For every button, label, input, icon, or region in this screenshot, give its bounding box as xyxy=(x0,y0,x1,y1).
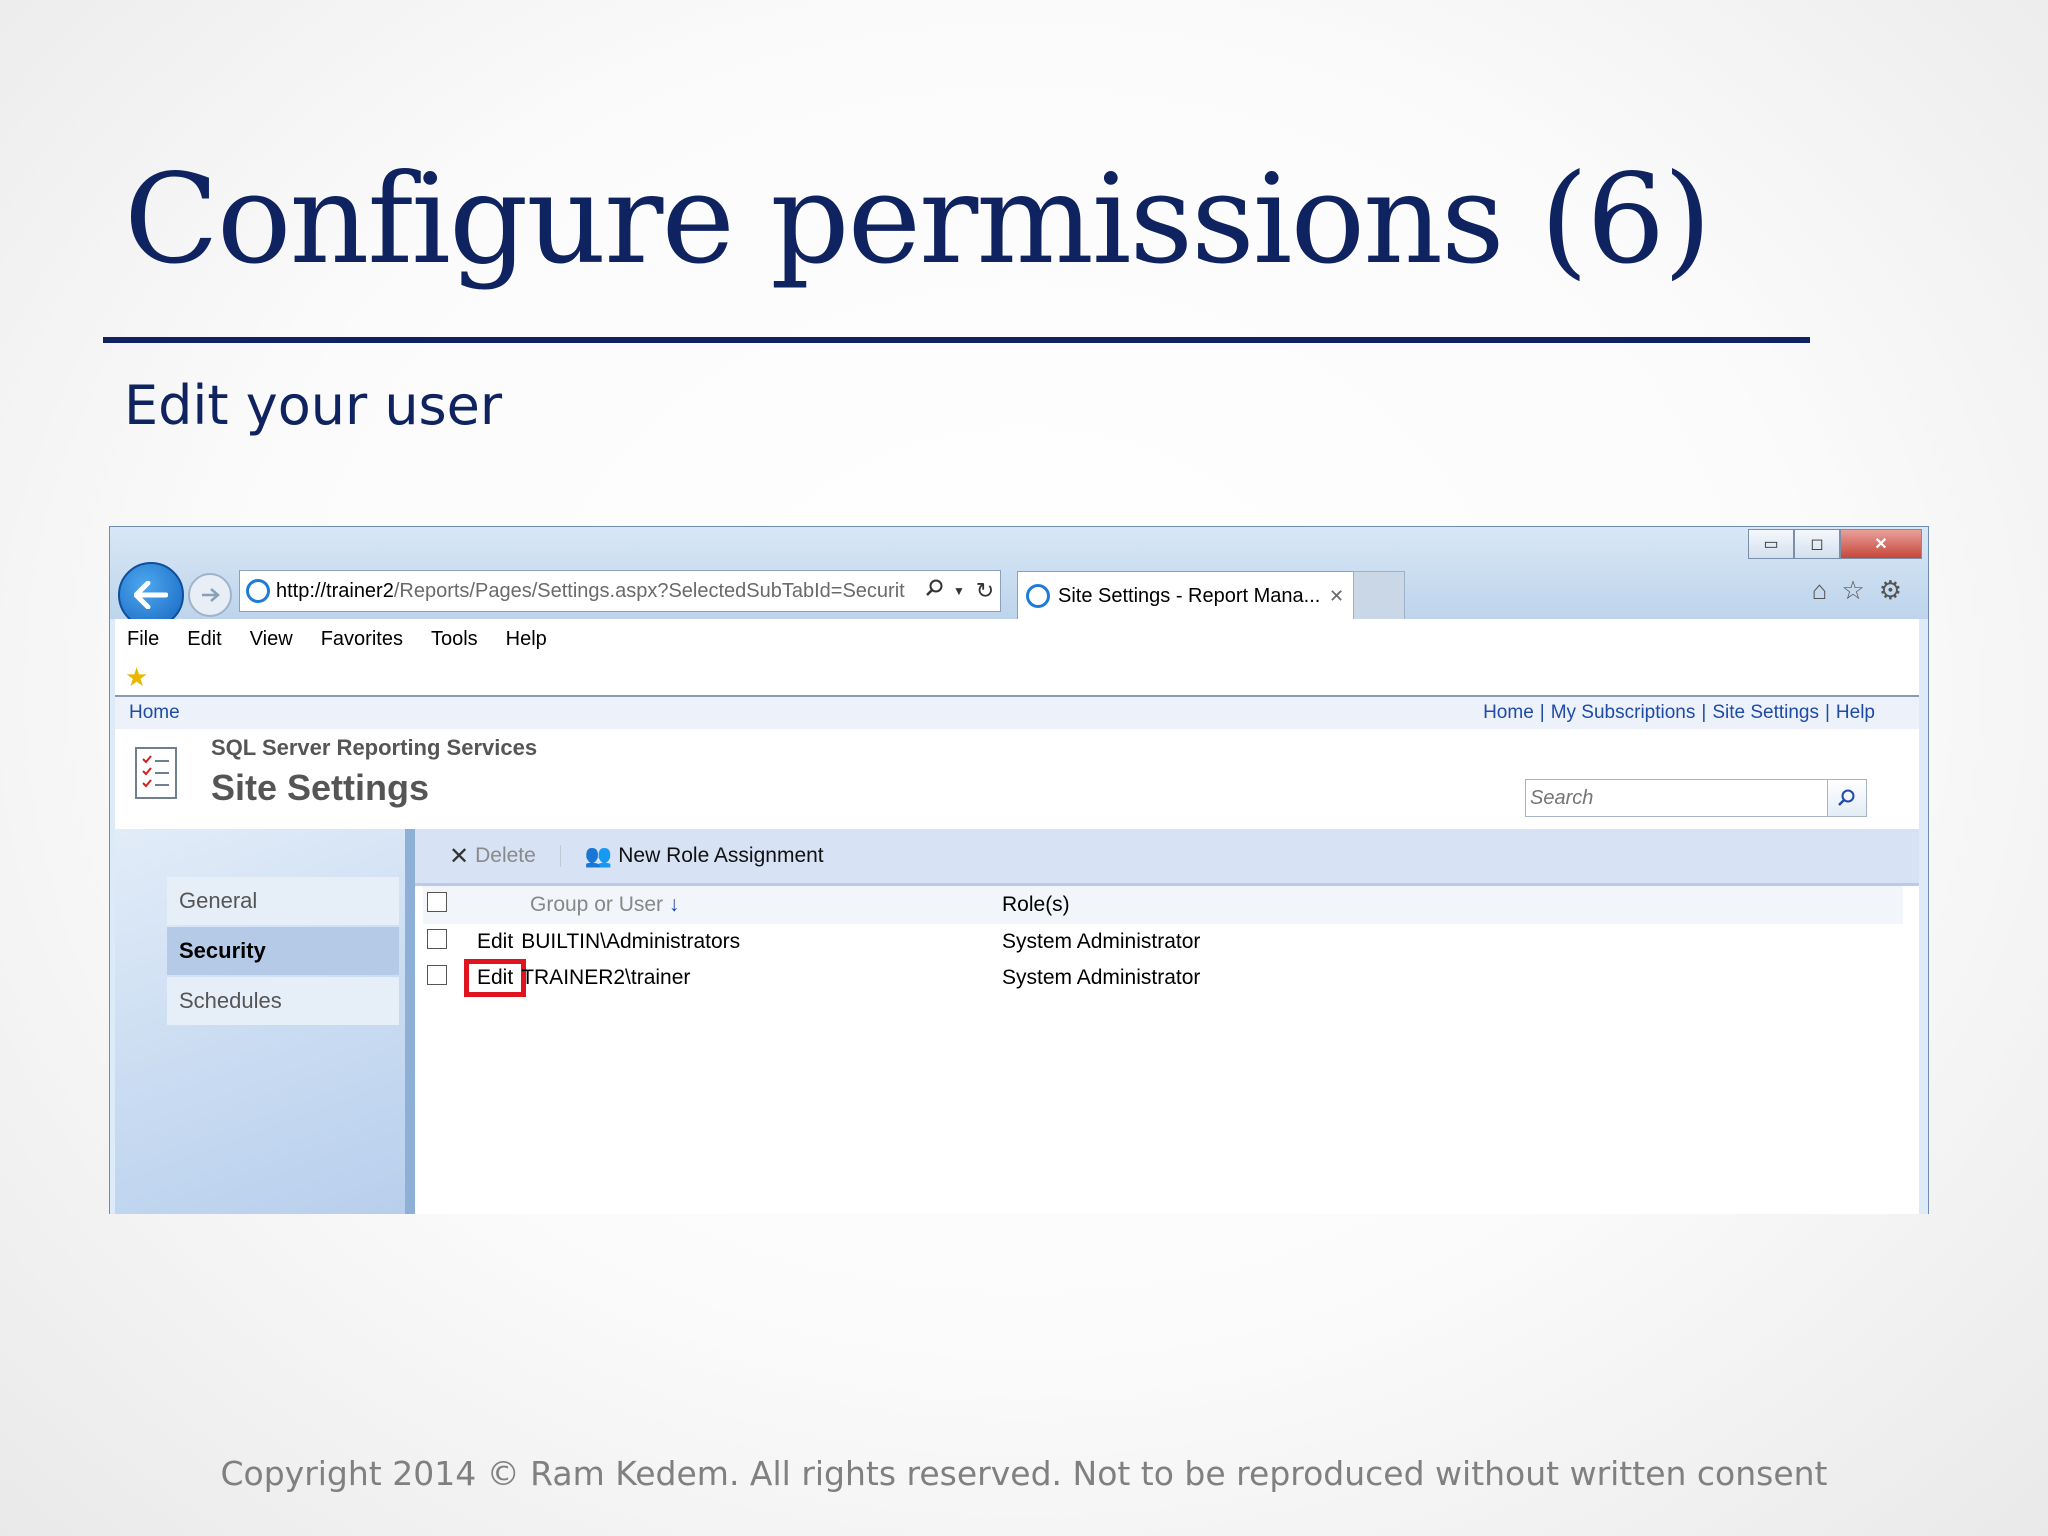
action-bar: ✕ Delete 👥 New Role Assignment xyxy=(415,829,1919,886)
ssrs-header: SQL Server Reporting Services Site Setti… xyxy=(115,729,1919,829)
group-or-user-header[interactable]: Group or User ↓ xyxy=(468,886,1001,924)
select-all-checkbox[interactable] xyxy=(427,892,447,912)
tab-title: Site Settings - Report Mana... xyxy=(1058,584,1321,607)
address-bar[interactable]: http://trainer2/Reports/Pages/Settings.a… xyxy=(239,570,1001,612)
star-icon[interactable]: ☆ xyxy=(1841,575,1864,606)
search-button[interactable] xyxy=(1827,780,1866,816)
security-content: ✕ Delete 👥 New Role Assignment Group or … xyxy=(415,829,1919,1214)
ie-icon xyxy=(246,579,270,603)
window-controls: ▭ ◻ ✕ xyxy=(1748,529,1922,559)
new-tab-button[interactable] xyxy=(1353,571,1405,620)
link-my-subscriptions[interactable]: My Subscriptions xyxy=(1551,702,1696,723)
delete-icon: ✕ xyxy=(449,842,470,870)
link-help[interactable]: Help xyxy=(1836,702,1875,723)
gear-icon[interactable]: ⚙ xyxy=(1879,575,1902,606)
dropdown-icon[interactable]: ▼ xyxy=(948,584,970,598)
user-name: BUILTIN\Administrators xyxy=(521,930,741,953)
menu-file[interactable]: File xyxy=(127,628,159,651)
forward-arrow-icon[interactable] xyxy=(188,573,232,617)
slide-subtitle: Edit your user xyxy=(124,374,503,437)
link-site-settings[interactable]: Site Settings xyxy=(1712,702,1819,723)
search-box xyxy=(1525,779,1867,817)
nav-general[interactable]: General xyxy=(167,877,399,925)
home-icon[interactable]: ⌂ xyxy=(1812,575,1828,606)
address-url: http://trainer2/Reports/Pages/Settings.a… xyxy=(276,579,905,602)
browser-screenshot: ▭ ◻ ✕ http://trainer2/Reports/Pages/Sett… xyxy=(109,526,1929,1214)
roles-header: Role(s) xyxy=(1001,886,1903,924)
product-name: SQL Server Reporting Services xyxy=(211,735,538,760)
top-links: Home | My Subscriptions | Site Settings | Help xyxy=(1483,702,1875,723)
close-tab-icon[interactable]: ✕ xyxy=(1329,586,1353,607)
row-checkbox[interactable] xyxy=(427,965,447,985)
edit-link-highlighted[interactable]: Edit xyxy=(463,959,527,997)
settings-document-icon xyxy=(135,747,177,799)
page-title: Site Settings xyxy=(211,767,430,808)
role-name: System Administrator xyxy=(1002,930,1201,953)
users-icon: 👥 xyxy=(584,843,613,868)
search-input[interactable] xyxy=(1526,785,1827,811)
ssrs-topbar: Home Home | My Subscriptions | Site Settings… xyxy=(115,697,1919,729)
add-favorite-icon[interactable]: ★ xyxy=(125,662,148,693)
role-name: System Administrator xyxy=(1002,966,1201,989)
favorites-bar: ★ xyxy=(115,659,1919,695)
nav-schedules[interactable]: Schedules xyxy=(167,977,399,1025)
title-divider xyxy=(103,337,1810,343)
link-home[interactable]: Home xyxy=(1483,702,1534,723)
sort-down-icon: ↓ xyxy=(668,893,680,916)
refresh-icon[interactable]: ↻ xyxy=(970,578,1000,604)
menu-tools[interactable]: Tools xyxy=(431,628,478,651)
minimize-button[interactable]: ▭ xyxy=(1748,529,1794,559)
browser-tab[interactable]: Site Settings - Report Mana... ✕ xyxy=(1017,571,1354,620)
table-row: Edit BUILTIN\Administrators System Admini… xyxy=(423,924,1903,960)
breadcrumb-home[interactable]: Home xyxy=(129,702,180,724)
user-name: TRAINER2\trainer xyxy=(521,966,691,989)
edit-link[interactable]: Edit xyxy=(469,928,521,956)
row-checkbox[interactable] xyxy=(427,929,447,949)
slide-title: Configure permissions (6) xyxy=(124,148,1712,292)
settings-nav: General Security Schedules xyxy=(115,829,415,1214)
table-header-row: Group or User ↓ Role(s) xyxy=(423,886,1903,924)
copyright-footer: Copyright 2014 © Ram Kedem. All rights r… xyxy=(220,1454,1828,1493)
menu-bar: File Edit View Favorites Tools Help xyxy=(115,619,1919,659)
role-assignments-table: Group or User ↓ Role(s) Edit BUILTIN\Admi… xyxy=(423,886,1903,997)
table-row: Edit TRAINER2\trainer System Administrato… xyxy=(423,959,1903,997)
maximize-button[interactable]: ◻ xyxy=(1794,529,1840,559)
search-icon[interactable] xyxy=(922,579,948,603)
ie-icon xyxy=(1026,584,1050,608)
menu-edit[interactable]: Edit xyxy=(187,628,221,651)
close-button[interactable]: ✕ xyxy=(1840,529,1922,559)
nav-security[interactable]: Security xyxy=(167,927,399,975)
browser-page: File Edit View Favorites Tools Help ★ Ho… xyxy=(115,619,1919,1214)
menu-favorites[interactable]: Favorites xyxy=(321,628,403,651)
menu-help[interactable]: Help xyxy=(506,628,547,651)
new-role-assignment-button[interactable]: 👥 New Role Assignment xyxy=(585,843,824,869)
action-divider xyxy=(559,845,561,867)
delete-button[interactable]: ✕ Delete xyxy=(449,842,536,871)
menu-view[interactable]: View xyxy=(250,628,293,651)
browser-tools: ⌂ ☆ ⚙ xyxy=(1812,575,1902,606)
